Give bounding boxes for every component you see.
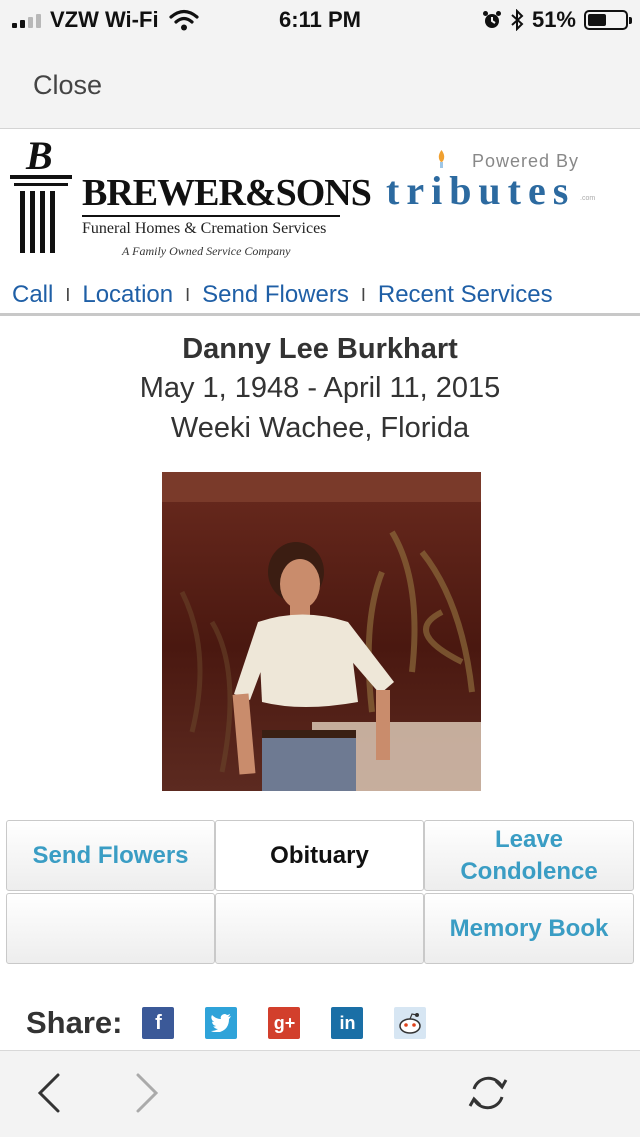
share-bar: Share: f g+ in [26, 1005, 457, 1041]
brand-subtitle: Funeral Homes & Cremation Services [82, 220, 327, 237]
nav-separator: I [185, 284, 191, 305]
nav-separator: I [65, 284, 71, 305]
close-button[interactable]: Close [33, 70, 102, 101]
nav-recent-services[interactable]: Recent Services [378, 281, 553, 309]
brand-tagline: A Family Owned Service Company [122, 244, 291, 258]
tributes-logo[interactable]: tributes [386, 167, 575, 214]
nav-separator: I [360, 284, 366, 305]
life-dates: May 1, 1948 - April 11, 2015 [139, 372, 501, 404]
tile-empty-1 [6, 893, 215, 964]
tile-leave-condolence-line1: Leave [494, 825, 564, 853]
obituary-header: Danny Lee Burkhart May 1, 1948 - April 1… [0, 330, 640, 448]
alarm-icon [482, 11, 501, 28]
twitter-icon[interactable] [205, 1007, 238, 1039]
reddit-icon[interactable] [394, 1007, 427, 1039]
tile-send-flowers[interactable]: Send Flowers [6, 820, 215, 891]
tile-leave-condolence[interactable]: Leave Condolence [424, 820, 634, 891]
nav-location[interactable]: Location [82, 281, 173, 309]
brand-divider [82, 215, 340, 217]
top-nav: Call I Location I Send Flowers I Recent … [0, 277, 640, 313]
deceased-name: Danny Lee Burkhart [182, 333, 458, 365]
nav-send-flowers[interactable]: Send Flowers [202, 281, 349, 309]
forward-icon[interactable] [124, 1071, 168, 1115]
nav-divider [0, 313, 640, 316]
bluetooth-icon [511, 9, 524, 31]
google-plus-icon[interactable]: g+ [268, 1007, 301, 1039]
browser-close-bar: Close [0, 40, 640, 129]
status-right: 51% [482, 6, 632, 34]
portrait-photo[interactable] [162, 472, 481, 791]
brand-name: BREWER&SONS [82, 172, 372, 214]
browser-toolbar [0, 1050, 640, 1137]
action-tiles: Send Flowers Obituary Leave Condolence M… [6, 820, 634, 965]
svg-text:B: B [25, 133, 53, 178]
status-bar: VZW Wi-Fi 6:11 PM 51% [0, 0, 640, 40]
refresh-icon[interactable] [466, 1071, 510, 1115]
back-icon[interactable] [28, 1071, 72, 1115]
share-label: Share: [26, 1005, 123, 1040]
tile-obituary[interactable]: Obituary [215, 820, 424, 891]
facebook-icon[interactable]: f [142, 1007, 175, 1039]
linkedin-icon[interactable]: in [331, 1007, 364, 1039]
tile-empty-2 [215, 893, 424, 964]
brewer-sons-logo-icon[interactable]: B [10, 133, 74, 257]
location: Weeki Wachee, Florida [170, 412, 470, 444]
battery-percent: 51% [531, 7, 576, 32]
tributes-domain: .com [580, 195, 596, 202]
tile-leave-condolence-line2: Condolence [460, 857, 598, 885]
battery-icon [584, 10, 632, 30]
site-header: B BREWER&SONS Funeral Homes & Cremation … [0, 129, 640, 277]
flame-icon [438, 150, 445, 168]
nav-call[interactable]: Call [12, 281, 53, 309]
tile-memory-book[interactable]: Memory Book [424, 893, 634, 964]
